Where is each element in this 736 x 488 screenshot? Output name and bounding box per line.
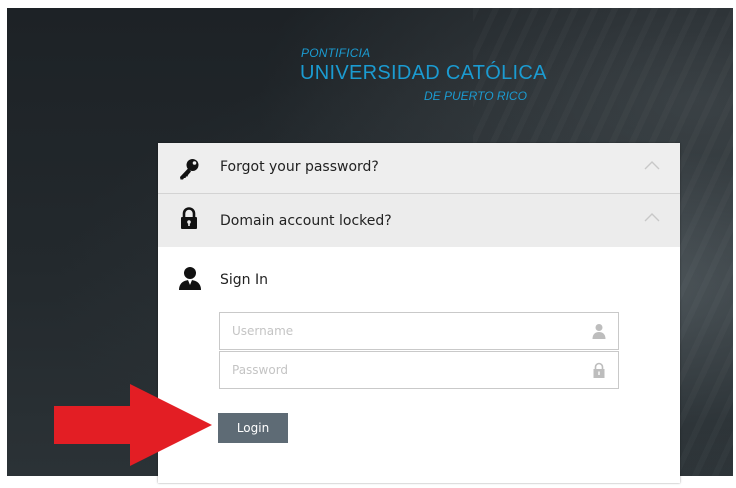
password-field[interactable] xyxy=(219,351,619,389)
login-button[interactable]: Login xyxy=(218,413,288,443)
user-icon xyxy=(179,267,201,290)
user-icon xyxy=(592,324,606,339)
username-field[interactable] xyxy=(219,312,619,350)
username-input[interactable] xyxy=(220,313,592,349)
sign-in-title: Sign In xyxy=(220,272,268,288)
accordion-domain-locked[interactable]: Domain account locked? xyxy=(158,194,680,248)
login-panel: Forgot your password? Domain account loc… xyxy=(158,143,680,483)
chevron-up-icon[interactable] xyxy=(644,160,660,170)
accordion-label-domain-locked: Domain account locked? xyxy=(220,213,392,229)
password-input[interactable] xyxy=(220,352,592,388)
page: PONTIFICIA UNIVERSIDAD CATÓLICA DE PUERT… xyxy=(0,0,736,488)
chevron-up-icon[interactable] xyxy=(644,212,660,222)
logo-line-3: DE PUERTO RICO xyxy=(424,89,527,103)
annotation-arrow xyxy=(54,384,212,466)
accordion-label-forgot-password: Forgot your password? xyxy=(220,159,379,175)
lock-icon xyxy=(593,362,605,378)
sign-in-section: Sign In Login xyxy=(158,247,680,483)
logo-line-1: PONTIFICIA xyxy=(301,46,371,60)
key-icon xyxy=(180,159,199,180)
lock-icon xyxy=(181,207,197,229)
logo-line-2: UNIVERSIDAD CATÓLICA xyxy=(300,62,547,84)
university-logo: PONTIFICIA UNIVERSIDAD CATÓLICA DE PUERT… xyxy=(300,46,560,116)
accordion-forgot-password[interactable]: Forgot your password? xyxy=(158,143,680,194)
